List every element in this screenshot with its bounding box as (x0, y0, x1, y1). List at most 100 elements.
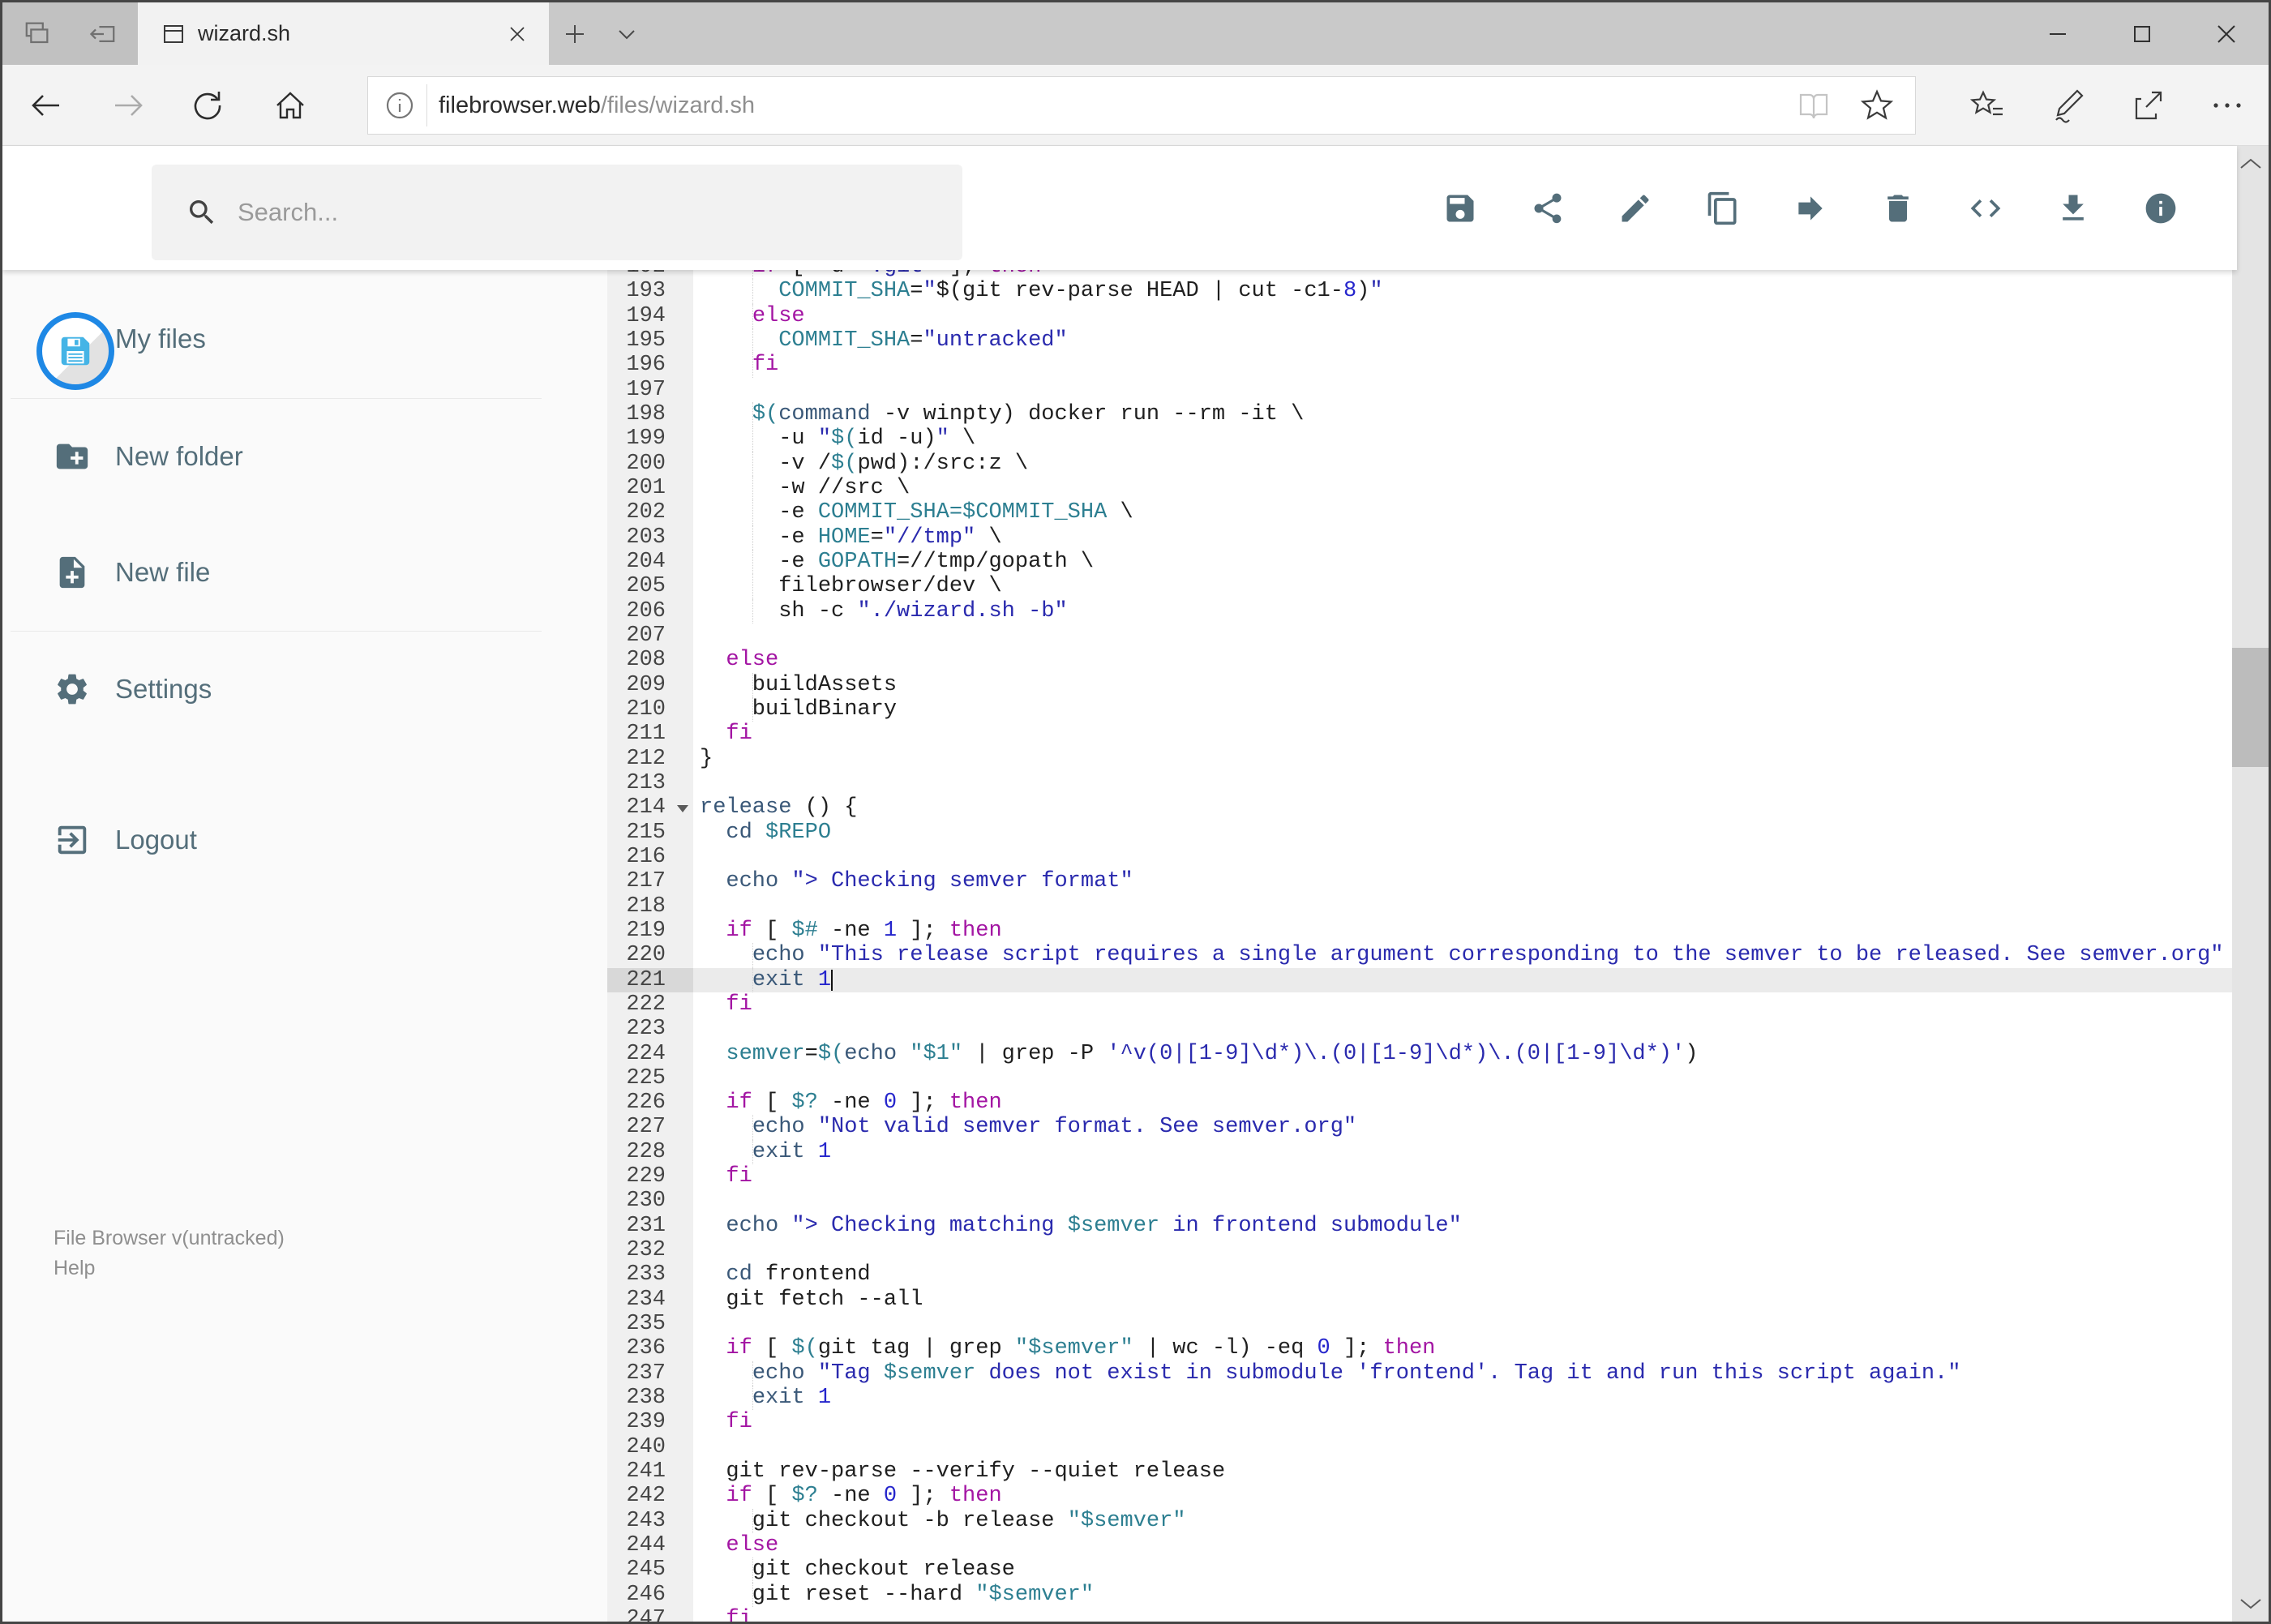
code-line[interactable]: fi (693, 353, 2232, 378)
code-line[interactable] (693, 894, 2232, 919)
code-line[interactable]: if [ $# -ne 1 ]; then (693, 919, 2232, 943)
code-line[interactable]: fi (693, 1410, 2232, 1434)
code-line[interactable]: echo "Not valid semver format. See semve… (693, 1115, 2232, 1140)
code-line[interactable]: echo "> Checking matching $semver in fro… (693, 1214, 2232, 1238)
close-tab-icon[interactable] (508, 25, 526, 43)
copy-button[interactable] (1699, 184, 1747, 233)
sidebar-item-new-folder[interactable]: New folder (2, 412, 570, 501)
gutter-line-number[interactable]: 242 (607, 1484, 693, 1508)
gutter-line-number[interactable]: 195 (607, 328, 693, 353)
code-line[interactable]: cd frontend (693, 1262, 2232, 1287)
code-line[interactable]: -e HOME="//tmp" \ (693, 525, 2232, 550)
gutter-line-number[interactable]: 229 (607, 1164, 693, 1189)
close-window-button[interactable] (2184, 2, 2269, 65)
gutter-line-number[interactable]: 227 (607, 1115, 693, 1139)
gutter-line-number[interactable]: 219 (607, 919, 693, 943)
code-line[interactable] (693, 1066, 2232, 1091)
gutter-line-number[interactable]: 211 (607, 722, 693, 746)
gutter-line-number[interactable]: 238 (607, 1386, 693, 1410)
gutter-line-number[interactable]: 245 (607, 1558, 693, 1582)
gutter-line-number[interactable]: 212 (607, 747, 693, 771)
forward-icon[interactable] (96, 65, 161, 146)
code-line[interactable]: buildAssets (693, 672, 2232, 697)
gutter-line-number[interactable]: 197 (607, 378, 693, 402)
code-line[interactable]: -v /$(pwd):/src:z \ (693, 451, 2232, 476)
sidebar-item-logout[interactable]: Logout (2, 795, 570, 885)
web-note-icon[interactable] (2035, 65, 2100, 146)
code-line[interactable]: git rev-parse --verify --quiet release (693, 1459, 2232, 1484)
code-line[interactable] (693, 1017, 2232, 1041)
address-bar[interactable]: filebrowser.web/files/wizard.sh (367, 76, 1916, 135)
gutter-line-number[interactable]: 213 (607, 771, 693, 795)
fold-arrow-icon[interactable] (677, 805, 688, 813)
code-line[interactable]: -w //src \ (693, 475, 2232, 501)
gutter-line-number[interactable]: 234 (607, 1288, 693, 1312)
tab-preview-icon[interactable] (11, 8, 62, 60)
gutter-line-number[interactable]: 214 (607, 795, 693, 820)
hub-icon[interactable] (1956, 65, 2020, 146)
gutter-line-number[interactable]: 201 (607, 476, 693, 500)
code-line[interactable] (693, 378, 2232, 402)
gutter-line-number[interactable]: 217 (607, 869, 693, 893)
code-line[interactable] (693, 1238, 2232, 1262)
gutter-line-number[interactable]: 243 (607, 1509, 693, 1533)
save-button[interactable] (1436, 184, 1485, 233)
sidebar-item-new-file[interactable]: New file (2, 528, 570, 617)
gutter-line-number[interactable]: 196 (607, 353, 693, 377)
sidebar-item-settings[interactable]: Settings (2, 645, 570, 734)
gutter-line-number[interactable]: 230 (607, 1189, 693, 1213)
gutter-line-number[interactable]: 223 (607, 1017, 693, 1041)
code-line[interactable]: exit 1 (693, 1386, 2232, 1411)
gutter-line-number[interactable]: 228 (607, 1140, 693, 1164)
scroll-down-icon[interactable] (2232, 1589, 2269, 1618)
gutter-line-number[interactable]: 203 (607, 525, 693, 550)
gutter-line-number[interactable]: 208 (607, 648, 693, 672)
maximize-button[interactable] (2100, 2, 2184, 65)
back-icon[interactable] (14, 65, 79, 146)
gutter-line-number[interactable]: 236 (607, 1336, 693, 1360)
code-line[interactable]: if [ $? -ne 0 ]; then (693, 1091, 2232, 1115)
gutter-line-number[interactable]: 244 (607, 1533, 693, 1558)
gutter-line-number[interactable]: 246 (607, 1583, 693, 1607)
gutter-line-number[interactable]: 218 (607, 894, 693, 919)
gutter-line-number[interactable]: 235 (607, 1312, 693, 1336)
code-line[interactable]: if [ $(git tag | grep "$semver" | wc -l)… (693, 1336, 2232, 1360)
code-line[interactable]: if [ -d ".git" ]; then (693, 270, 2232, 280)
code-line[interactable]: filebrowser/dev \ (693, 574, 2232, 599)
code-line[interactable]: buildBinary (693, 696, 2232, 722)
info-button[interactable] (2136, 184, 2185, 233)
search-input[interactable] (236, 197, 962, 228)
gutter-line-number[interactable]: 239 (607, 1410, 693, 1434)
scrollbar-thumb[interactable] (2232, 648, 2269, 767)
code-line[interactable] (693, 845, 2232, 869)
code-line[interactable]: COMMIT_SHA="$(git rev-parse HEAD | cut -… (693, 279, 2232, 304)
gutter-line-number[interactable]: 221 (607, 967, 693, 992)
code-line[interactable]: exit 1 (693, 1139, 2232, 1165)
code-line[interactable] (693, 1435, 2232, 1459)
gutter-line-number[interactable]: 247 (607, 1607, 693, 1622)
page-scrollbar[interactable] (2232, 146, 2269, 1622)
gutter-line-number[interactable]: 233 (607, 1262, 693, 1287)
gutter-line-number[interactable]: 210 (607, 697, 693, 722)
code-line[interactable]: $(command -v winpty) docker run --rm -it… (693, 401, 2232, 427)
code-line[interactable]: if [ $? -ne 0 ]; then (693, 1484, 2232, 1508)
code-line[interactable]: else (693, 648, 2232, 672)
code-line[interactable]: echo "Tag $semver does not exist in subm… (693, 1360, 2232, 1386)
help-link[interactable]: Help (54, 1257, 95, 1280)
code-line[interactable]: release () { (693, 795, 2232, 820)
gutter-line-number[interactable]: 204 (607, 550, 693, 574)
share-button[interactable] (1523, 184, 1572, 233)
code-line[interactable]: git checkout -b release "$semver" (693, 1508, 2232, 1534)
gutter-line-number[interactable]: 192 (607, 270, 693, 279)
delete-button[interactable] (1874, 184, 1922, 233)
code-line[interactable]: -u "$(id -u)" \ (693, 426, 2232, 452)
gutter-line-number[interactable]: 237 (607, 1361, 693, 1386)
code-line[interactable]: git checkout release (693, 1558, 2232, 1583)
new-tab-icon[interactable] (549, 8, 601, 60)
gutter-line-number[interactable]: 205 (607, 574, 693, 598)
gutter-line-number[interactable]: 226 (607, 1091, 693, 1115)
gutter-line-number[interactable]: 224 (607, 1042, 693, 1066)
code-line[interactable]: COMMIT_SHA="untracked" (693, 328, 2232, 354)
gutter-line-number[interactable]: 194 (607, 304, 693, 328)
code-line[interactable]: fi (693, 1607, 2232, 1622)
